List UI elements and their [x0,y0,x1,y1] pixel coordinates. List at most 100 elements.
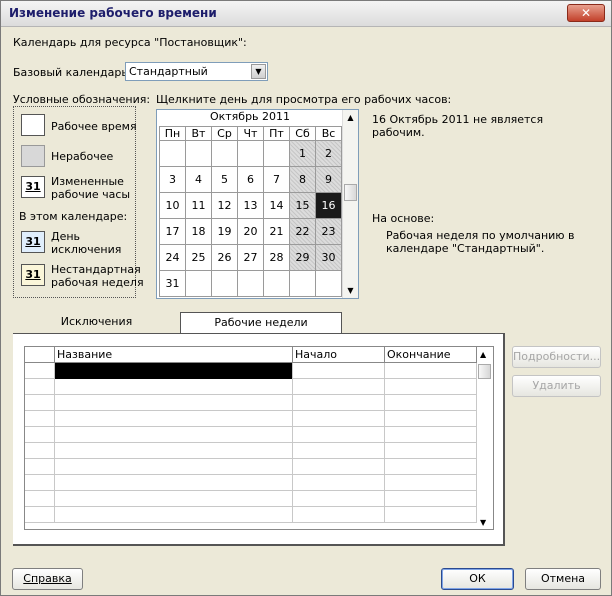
calendar-day[interactable]: 1 [289,140,316,167]
calendar-day[interactable]: 17 [159,218,186,245]
end-cell[interactable] [385,475,477,491]
calendar-day[interactable]: 18 [185,218,212,245]
table-row[interactable] [25,459,477,475]
end-cell[interactable] [385,363,477,379]
calendar-day[interactable]: 12 [211,192,238,219]
calendar-day[interactable]: 22 [289,218,316,245]
calendar-scrollbar[interactable]: ▲ ▼ [342,110,358,298]
end-cell[interactable] [385,411,477,427]
name-cell[interactable] [55,411,293,427]
scroll-down-icon[interactable]: ▼ [345,286,356,295]
calendar-day[interactable]: 25 [185,244,212,271]
calendar-day[interactable]: 21 [263,218,290,245]
calendar-day[interactable]: 9 [315,166,342,193]
start-cell[interactable] [293,443,385,459]
calendar-day[interactable]: 31 [159,270,186,297]
name-cell[interactable] [55,507,293,523]
scroll-down-icon[interactable]: ▼ [480,518,486,527]
tab-exceptions[interactable]: Исключения [13,312,180,334]
details-button[interactable]: Подробности... [512,346,601,368]
name-cell[interactable] [55,363,293,379]
col-start-header[interactable]: Начало [293,347,385,363]
calendar-day[interactable]: 15 [289,192,316,219]
calendar-day[interactable]: 20 [237,218,264,245]
scroll-up-icon[interactable]: ▲ [480,350,486,359]
col-name-header[interactable]: Название [55,347,293,363]
name-cell[interactable] [55,395,293,411]
calendar-empty-cell [237,140,264,167]
name-cell[interactable] [55,459,293,475]
calendar-day[interactable]: 11 [185,192,212,219]
calendar-day[interactable]: 26 [211,244,238,271]
end-cell[interactable] [385,459,477,475]
start-cell[interactable] [293,491,385,507]
table-row[interactable] [25,379,477,395]
calendar-day[interactable]: 10 [159,192,186,219]
calendar-day[interactable]: 8 [289,166,316,193]
cancel-button[interactable]: Отмена [525,568,601,590]
calendar-day[interactable]: 6 [237,166,264,193]
name-cell[interactable] [55,475,293,491]
help-button[interactable]: Справка [12,568,83,590]
exceptions-table[interactable]: Название Начало Окончание ▲ ▼ [24,346,494,530]
calendar-day[interactable]: 23 [315,218,342,245]
table-row[interactable] [25,427,477,443]
table-scrollbar[interactable]: ▲ ▼ [477,347,493,529]
calendar-day[interactable]: 19 [211,218,238,245]
ok-button[interactable]: ОК [441,568,514,590]
name-cell[interactable] [55,379,293,395]
calendar-day[interactable]: 30 [315,244,342,271]
calendar-empty-cell [289,270,316,297]
end-cell[interactable] [385,427,477,443]
table-row[interactable] [25,475,477,491]
start-cell[interactable] [293,379,385,395]
month-calendar[interactable]: Октябрь 2011 Пн Вт Ср Чт Пт Сб Вс 1 2 3 4 5 6 7 8 9 10 1… [156,109,359,299]
delete-button[interactable]: Удалить [512,375,601,397]
end-cell[interactable] [385,443,477,459]
name-cell[interactable] [55,427,293,443]
table-row[interactable] [25,395,477,411]
name-cell[interactable] [55,443,293,459]
end-cell[interactable] [385,395,477,411]
col-end-header[interactable]: Окончание [385,347,477,363]
calendar-prompt: Щелкните день для просмотра его рабочих … [156,93,452,106]
exceptions-panel: Название Начало Окончание ▲ ▼ [13,333,505,546]
base-calendar-select[interactable]: Стандартный ▼ [125,62,268,81]
start-cell[interactable] [293,363,385,379]
start-cell[interactable] [293,395,385,411]
calendar-scroll-thumb[interactable] [344,184,357,201]
calendar-day[interactable]: 3 [159,166,186,193]
chevron-down-icon[interactable]: ▼ [251,64,266,79]
calendar-day[interactable]: 2 [315,140,342,167]
calendar-day[interactable]: 5 [211,166,238,193]
end-cell[interactable] [385,491,477,507]
calendar-day[interactable]: 29 [289,244,316,271]
name-cell[interactable] [55,491,293,507]
end-cell[interactable] [385,507,477,523]
calendar-day[interactable]: 27 [237,244,264,271]
calendar-day[interactable]: 13 [237,192,264,219]
table-row[interactable] [25,507,477,523]
start-cell[interactable] [293,475,385,491]
start-cell[interactable] [293,507,385,523]
based-on-line2: календаре "Стандартный". [386,242,545,255]
end-cell[interactable] [385,379,477,395]
start-cell[interactable] [293,459,385,475]
calendar-day[interactable]: 7 [263,166,290,193]
start-cell[interactable] [293,427,385,443]
calendar-day[interactable]: 14 [263,192,290,219]
start-cell[interactable] [293,411,385,427]
legend-changed-2: рабочие часы [51,188,131,201]
close-button[interactable]: ✕ [567,4,605,22]
calendar-day[interactable]: 16 [315,192,342,219]
table-scroll-thumb[interactable] [478,364,491,379]
table-row[interactable] [25,491,477,507]
calendar-day[interactable]: 28 [263,244,290,271]
table-row[interactable] [25,363,477,379]
scroll-up-icon[interactable]: ▲ [345,113,356,122]
table-row[interactable] [25,443,477,459]
calendar-day[interactable]: 24 [159,244,186,271]
table-row[interactable] [25,411,477,427]
calendar-day[interactable]: 4 [185,166,212,193]
tab-work-weeks[interactable]: Рабочие недели [180,312,342,334]
